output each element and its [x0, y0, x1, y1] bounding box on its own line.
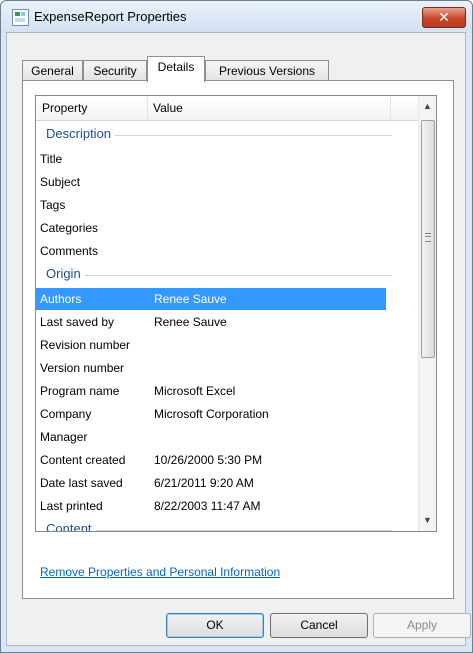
property-name: Title [40, 152, 63, 166]
window-title: ExpenseReport Properties [34, 9, 187, 24]
tab-general[interactable]: General [22, 60, 83, 81]
list-item[interactable]: Content created 10/26/2000 5:30 PM [36, 449, 386, 471]
list-item[interactable]: Date last saved 6/21/2011 9:20 AM [36, 472, 386, 494]
property-name: Last saved by [40, 315, 115, 329]
property-name: Content created [40, 453, 126, 467]
list-item[interactable]: Categories [36, 217, 386, 239]
column-header-value[interactable]: Value [153, 101, 183, 115]
list-item[interactable]: Version number [36, 357, 386, 379]
list-header: Property Value [36, 96, 419, 121]
list-item[interactable]: Title [36, 148, 386, 170]
list-item-selected[interactable]: Authors Renee Sauve [36, 288, 386, 310]
scrollbar-thumb[interactable] [421, 120, 435, 358]
property-name: Date last saved [40, 476, 123, 490]
property-value: 6/21/2011 9:20 AM [154, 476, 254, 490]
property-name: Comments [40, 244, 99, 258]
property-list[interactable]: Property Value Description Title Subject… [35, 95, 437, 532]
list-item[interactable]: Comments [36, 240, 386, 262]
scroll-up-arrow-icon[interactable]: ▲ [419, 98, 436, 115]
list-item[interactable]: Last printed 8/22/2003 11:47 AM [36, 495, 386, 517]
group-label: Content [42, 521, 96, 531]
grip-icon [425, 233, 431, 242]
property-name: Tags [40, 198, 66, 212]
scroll-down-arrow-icon[interactable]: ▼ [419, 512, 436, 529]
property-name: Program name [40, 384, 120, 398]
tab-security[interactable]: Security [83, 60, 147, 81]
column-divider[interactable] [390, 96, 391, 120]
details-tab-panel: Property Value Description Title Subject… [22, 80, 454, 599]
property-name: Manager [40, 430, 88, 444]
property-name: Version number [40, 361, 125, 375]
property-name: Categories [40, 221, 99, 235]
title-bar[interactable]: ExpenseReport Properties ✕ [1, 1, 472, 33]
tab-details[interactable]: Details [147, 56, 205, 82]
property-value: Renee Sauve [154, 315, 227, 329]
list-item[interactable]: Subject [36, 171, 386, 193]
list-item[interactable]: Manager [36, 426, 386, 448]
property-name: Revision number [40, 338, 131, 352]
group-label: Origin [42, 266, 85, 281]
column-divider[interactable] [147, 96, 148, 120]
group-label: Description [42, 126, 116, 141]
property-name: Company [40, 407, 92, 421]
column-header-property[interactable]: Property [42, 101, 87, 115]
list-item[interactable]: Company Microsoft Corporation [36, 403, 386, 425]
group-divider-line [42, 275, 392, 276]
property-name: Authors [40, 292, 82, 306]
vertical-scrollbar[interactable]: ▲ ▼ [418, 96, 436, 531]
property-value: Microsoft Excel [154, 384, 236, 398]
ok-button[interactable]: OK [166, 613, 264, 638]
apply-button[interactable]: Apply [373, 613, 471, 638]
close-button[interactable]: ✕ [422, 7, 466, 28]
property-name: Subject [40, 175, 81, 189]
excel-file-icon [12, 9, 29, 26]
tab-previous-versions[interactable]: Previous Versions [205, 60, 329, 81]
property-value: 8/22/2003 11:47 AM [154, 499, 261, 513]
list-item[interactable]: Last saved by Renee Sauve [36, 311, 386, 333]
remove-properties-link[interactable]: Remove Properties and Personal Informati… [40, 565, 280, 579]
cancel-button[interactable]: Cancel [270, 613, 368, 638]
property-name: Last printed [40, 499, 103, 513]
property-value: 10/26/2000 5:30 PM [154, 453, 263, 467]
list-item[interactable]: Tags [36, 194, 386, 216]
list-item[interactable]: Program name Microsoft Excel [36, 380, 386, 402]
property-value: Microsoft Corporation [154, 407, 269, 421]
property-value: Renee Sauve [154, 292, 227, 306]
list-item[interactable]: Revision number [36, 334, 386, 356]
